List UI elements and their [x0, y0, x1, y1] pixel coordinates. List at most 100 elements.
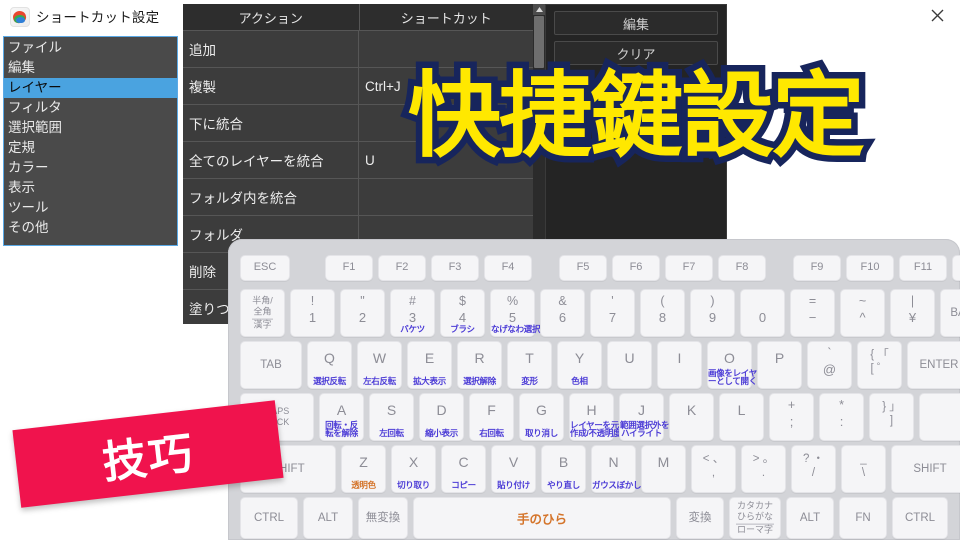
key-letter: E	[424, 350, 435, 366]
key-esc[interactable]: ESC	[240, 255, 290, 281]
key-key-bracket-right[interactable]: } 」]	[869, 393, 914, 441]
key-key-period[interactable]: > 。.	[741, 445, 786, 493]
key-key-8[interactable]: (8	[640, 289, 685, 337]
key-key-n[interactable]: N ガウスぼかし	[591, 445, 642, 493]
key-f5[interactable]: F5	[559, 255, 607, 281]
key-key-x[interactable]: X 切り取り	[391, 445, 436, 493]
scrollbar-thumb[interactable]	[534, 16, 544, 68]
scroll-up-arrow-icon[interactable]	[533, 4, 545, 15]
sidebar-item-4[interactable]: 選択範囲	[4, 118, 177, 138]
key-key-o[interactable]: O 画像をレイヤ ーとして開く	[707, 341, 757, 389]
sidebar-item-8[interactable]: ツール	[4, 198, 177, 218]
key-key-caret[interactable]: ~ ^	[840, 289, 885, 337]
key-key-w[interactable]: W 左右反転	[357, 341, 402, 389]
table-header-1[interactable]: ショートカット	[360, 4, 534, 30]
key-key-g[interactable]: G 取り消し	[519, 393, 564, 441]
key-key-yen[interactable]: | ¥	[890, 289, 935, 337]
key-key-y[interactable]: Y 色相	[557, 341, 602, 389]
key-key-h[interactable]: H レイヤーを元に 作成/不透明度	[569, 393, 627, 441]
key-key-6[interactable]: & 6	[540, 289, 585, 337]
key-key-c[interactable]: C コピー	[441, 445, 486, 493]
key-f3[interactable]: F3	[431, 255, 479, 281]
table-header-0[interactable]: アクション	[183, 4, 360, 30]
sidebar-item-3[interactable]: フィルタ	[4, 98, 177, 118]
close-icon[interactable]	[914, 0, 960, 30]
key-ctrl-right[interactable]: CTRL	[892, 497, 948, 539]
key-key-0[interactable]: 0	[740, 289, 785, 337]
key-key-bracket-left[interactable]: { 「[ ゜	[857, 341, 902, 389]
key-f6[interactable]: F6	[612, 255, 660, 281]
key-key-u[interactable]: U	[607, 341, 652, 389]
key-key-m[interactable]: M	[641, 445, 686, 493]
key-key-minus[interactable]: = −	[790, 289, 835, 337]
key-alt-left[interactable]: ALT	[303, 497, 353, 539]
sidebar-item-2[interactable]: レイヤー	[4, 78, 177, 98]
key-key-k[interactable]: K	[669, 393, 714, 441]
key-f1[interactable]: F1	[325, 255, 373, 281]
sidebar-item-7[interactable]: 表示	[4, 178, 177, 198]
key-muhenkan[interactable]: 無変換	[358, 497, 408, 539]
key-key-s[interactable]: S 左回転	[369, 393, 414, 441]
key-key-5[interactable]: % 5 なげなわ選択	[490, 289, 541, 337]
key-key-7[interactable]: ' 7	[590, 289, 635, 337]
key-ctrl-left[interactable]: CTRL	[240, 497, 298, 539]
key-pair-bottom: .	[761, 467, 766, 479]
key-backspace[interactable]: BACK	[940, 289, 960, 337]
key-key-slash[interactable]: ? ・ /	[791, 445, 836, 493]
key-base-symbol: :	[839, 414, 844, 429]
key-key-f[interactable]: F 右回転	[469, 393, 514, 441]
key-key-colon[interactable]: *:	[819, 393, 864, 441]
category-sidebar[interactable]: ファイル 編集 レイヤー フィルタ 選択範囲 定規 カラー 表示 ツール その他	[3, 36, 178, 246]
key-tab[interactable]: TAB	[240, 341, 302, 389]
key-key-semicolon[interactable]: +;	[769, 393, 814, 441]
key-key-p[interactable]: P	[757, 341, 802, 389]
key-shift-right[interactable]: SHIFT	[891, 445, 960, 493]
key-fn[interactable]: FN	[839, 497, 887, 539]
key-key-3[interactable]: #3 バケツ	[390, 289, 435, 337]
key-enter[interactable]: ENTER	[907, 341, 960, 389]
key-key-z[interactable]: Z 透明色	[341, 445, 386, 493]
key-key-e[interactable]: E 拡大表示	[407, 341, 452, 389]
key-enter-tail[interactable]	[919, 393, 960, 441]
key-henkan[interactable]: 変換	[676, 497, 724, 539]
key-key-i[interactable]: I	[657, 341, 702, 389]
key-f2[interactable]: F2	[378, 255, 426, 281]
key-alt-right[interactable]: ALT	[786, 497, 834, 539]
sidebar-item-5[interactable]: 定規	[4, 138, 177, 158]
sidebar-item-9[interactable]: その他	[4, 218, 177, 238]
key-assignment-label: 画像をレイヤ ーとして開く	[708, 367, 757, 387]
key-f7[interactable]: F7	[665, 255, 713, 281]
key-key-j[interactable]: J 範囲選択外を ハイライト	[619, 393, 670, 441]
key-key-r[interactable]: R 選択解除	[457, 341, 502, 389]
key-f4[interactable]: F4	[484, 255, 532, 281]
key-key-at[interactable]: ` @	[807, 341, 852, 389]
key-key-1[interactable]: ! 1	[290, 289, 335, 337]
table-row[interactable]: フォルダ内を統合	[183, 179, 533, 216]
key-key-9[interactable]: ) 9	[690, 289, 735, 337]
panel-button-0[interactable]: 編集	[554, 11, 718, 35]
key-f8[interactable]: F8	[718, 255, 766, 281]
key-key-t[interactable]: T 変形	[507, 341, 552, 389]
key-key-backslash[interactable]: _ \	[841, 445, 886, 493]
keyboard-overlay[interactable]: ESC F1F2F3F4 F5F6F7F8 F9F10F11 F12 半角/全角漢字!1"…	[228, 239, 960, 540]
key-key-comma[interactable]: < 、,	[691, 445, 736, 493]
key-key-d[interactable]: D 縮小表示	[419, 393, 464, 441]
key-key-b[interactable]: B やり直し	[541, 445, 586, 493]
key-katakana-hiragana[interactable]: カタカナ ひらがな ローマ字	[729, 497, 781, 539]
key-space[interactable]: 手のひら	[413, 497, 671, 539]
key-key-l[interactable]: L	[719, 393, 764, 441]
key-f11[interactable]: F11	[899, 255, 947, 281]
key-key-4[interactable]: $4 ブラシ	[440, 289, 485, 337]
key-f10[interactable]: F10	[846, 255, 894, 281]
key-f12[interactable]: F12	[952, 255, 960, 281]
key-key-q[interactable]: Q 選択反転	[307, 341, 352, 389]
key-key-v[interactable]: V 貼り付け	[491, 445, 536, 493]
key-key-2[interactable]: " 2	[340, 289, 385, 337]
key-f9[interactable]: F9	[793, 255, 841, 281]
sidebar-item-1[interactable]: 編集	[4, 58, 177, 78]
key-base-symbol: ^	[859, 310, 866, 325]
sidebar-item-0[interactable]: ファイル	[4, 38, 177, 58]
key-key-a[interactable]: A 回転・反 転を解除	[319, 393, 364, 441]
sidebar-item-6[interactable]: カラー	[4, 158, 177, 178]
key-hankaku-zenkaku[interactable]: 半角/全角 漢字	[240, 289, 285, 337]
